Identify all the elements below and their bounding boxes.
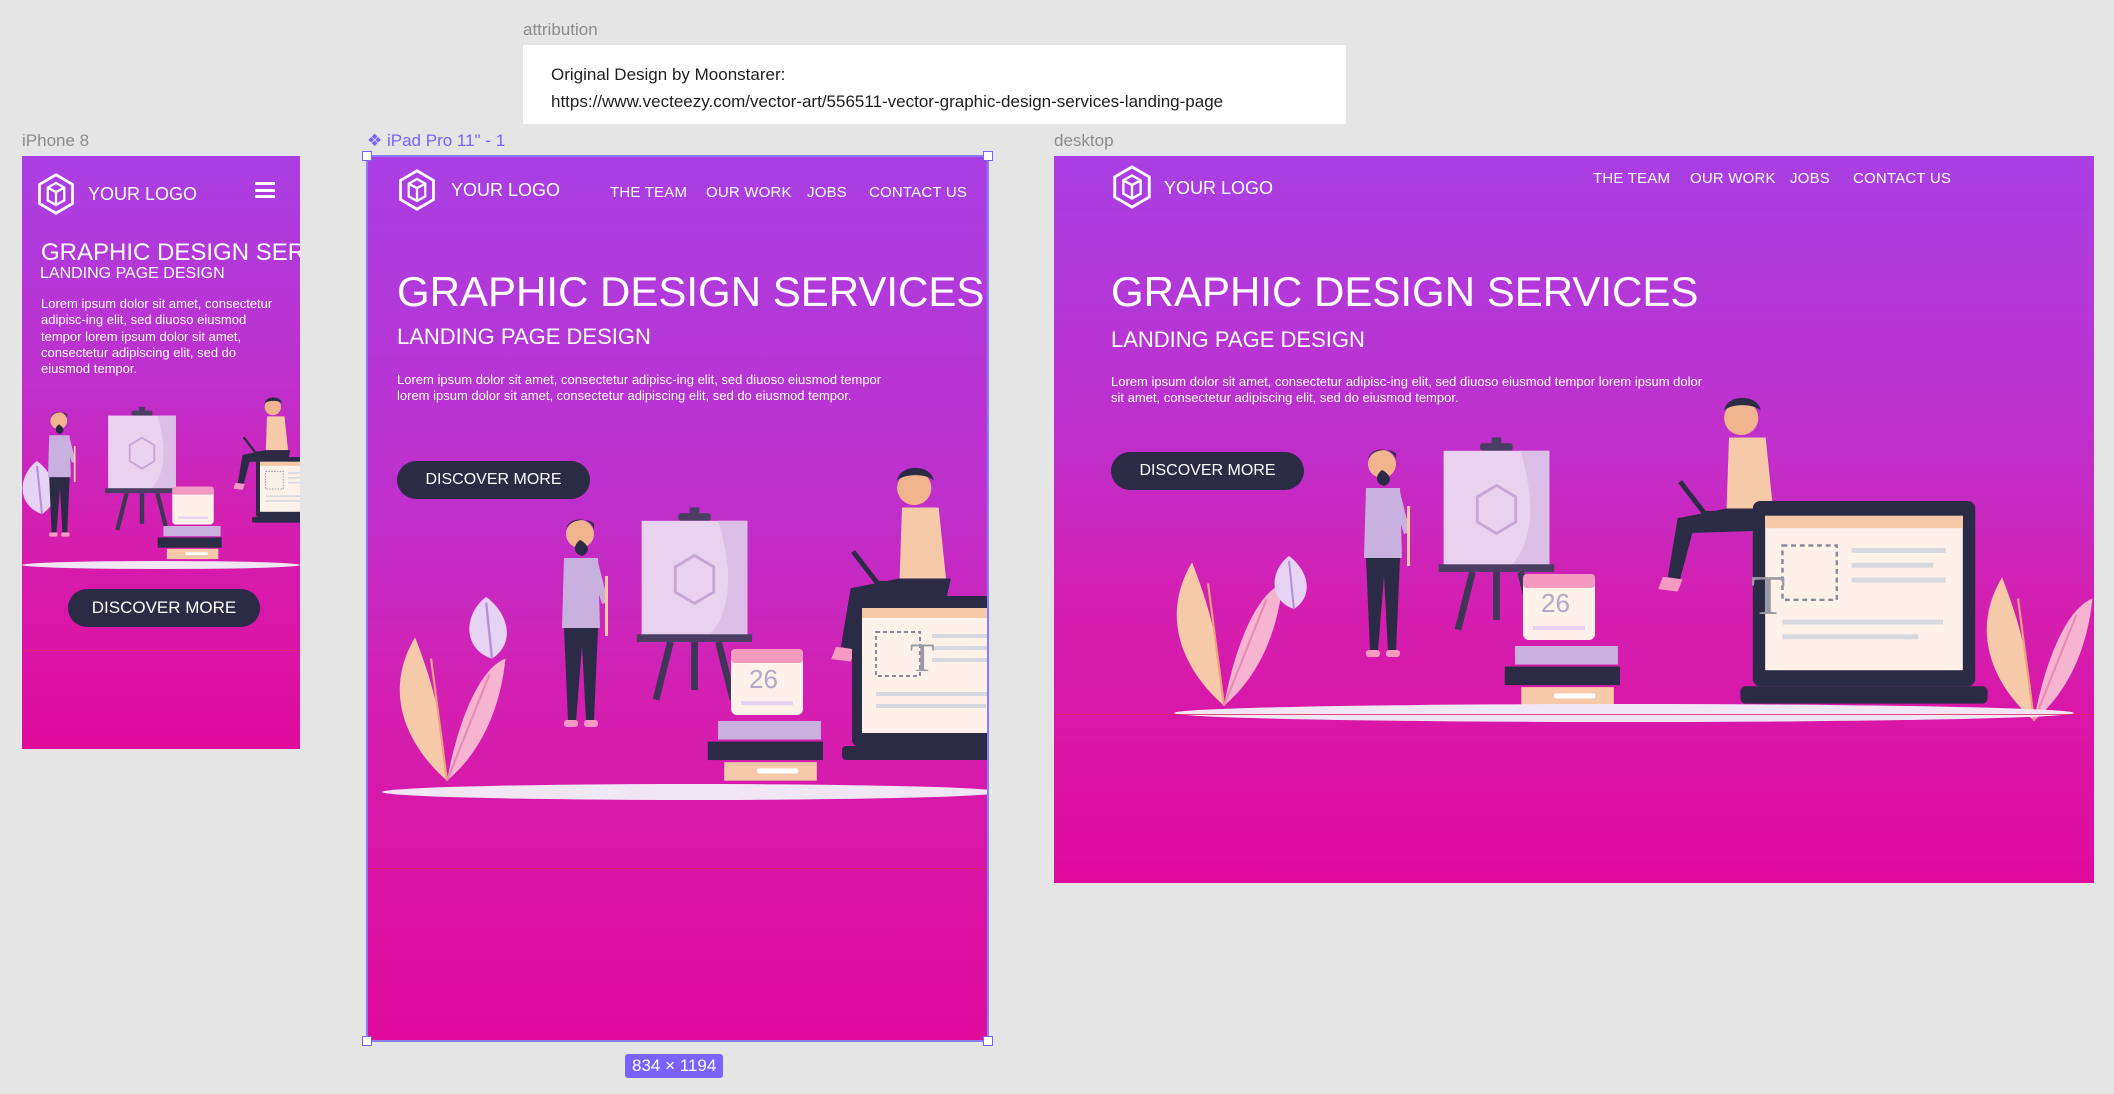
size-badge: 834 × 1194: [625, 1054, 724, 1078]
painter-figure: [1344, 446, 1414, 666]
doc-letter: T: [1751, 565, 1786, 627]
hero-subtitle: LANDING PAGE DESIGN: [397, 324, 651, 349]
hero-body: Lorem ipsum dolor sit amet, consectetur …: [41, 296, 273, 376]
desktop-frame[interactable]: YOUR LOGO THE TEAM OUR WORK JOBS CONTACT…: [1054, 156, 2094, 883]
frame-label-iphone[interactable]: iPhone 8: [22, 131, 89, 151]
resize-handle-bl[interactable]: [362, 1036, 372, 1046]
component-icon: ❖: [367, 131, 383, 150]
nav-link-jobs[interactable]: JOBS: [807, 184, 847, 201]
logo-text: YOUR LOGO: [451, 180, 561, 200]
leaf-icon: [1264, 546, 1324, 616]
logo-icon: [1109, 164, 1155, 210]
logo-icon: [395, 168, 439, 212]
nav-link-contact[interactable]: CONTACT US: [869, 184, 967, 201]
logo-text: YOUR LOGO: [88, 184, 198, 204]
frame-label-ipad[interactable]: ❖ iPad Pro 11" - 1: [367, 131, 505, 151]
monitor-icon: [252, 446, 300, 536]
calendar-day: 26: [749, 664, 778, 694]
calendar-day: 26: [1541, 588, 1570, 618]
books-icon: [707, 721, 832, 793]
attribution-note[interactable]: Original Design by Moonstarer: https://w…: [523, 45, 1346, 124]
hero-illustration: T 26: [367, 466, 988, 826]
resize-handle-tl[interactable]: [362, 151, 372, 161]
frame-label-ipad-text: iPad Pro 11" - 1: [386, 131, 506, 150]
hero-subtitle: LANDING PAGE DESIGN: [40, 265, 225, 282]
painter-figure: [542, 516, 612, 736]
hamburger-icon[interactable]: [255, 182, 275, 198]
nav-link-work[interactable]: OUR WORK: [1690, 170, 1776, 187]
calendar-icon: [167, 482, 219, 528]
attribution-line-1: Original Design by Moonstarer:: [551, 65, 786, 84]
doc-letter: T: [910, 635, 935, 680]
resize-handle-tr[interactable]: [983, 151, 993, 161]
books-icon: [152, 526, 232, 566]
discover-more-button[interactable]: DISCOVER MORE: [68, 589, 260, 627]
leaf-icon: [457, 586, 527, 666]
nav-link-team[interactable]: THE TEAM: [1593, 170, 1670, 187]
nav-link-team[interactable]: THE TEAM: [610, 184, 687, 201]
nav-link-work[interactable]: OUR WORK: [706, 184, 792, 201]
hero-illustration: T 26: [1134, 356, 2094, 736]
iphone-frame[interactable]: YOUR LOGO GRAPHIC DESIGN SERVICES LANDIN…: [22, 156, 300, 749]
frame-label-desktop[interactable]: desktop: [1054, 131, 1114, 151]
hero-subtitle: LANDING PAGE DESIGN: [1111, 327, 1365, 352]
hero-title: GRAPHIC DESIGN SERVICES: [1111, 268, 1699, 315]
ipad-frame[interactable]: YOUR LOGO THE TEAM OUR WORK JOBS CONTACT…: [367, 156, 988, 1041]
painter-figure: [36, 406, 78, 546]
attribution-label: attribution: [523, 20, 598, 39]
monitor-icon: [842, 596, 988, 766]
hero-title: GRAPHIC DESIGN SERVICES: [397, 268, 985, 315]
nav-link-contact[interactable]: CONTACT US: [1853, 170, 1951, 187]
resize-handle-br[interactable]: [983, 1036, 993, 1046]
hero-illustration: [22, 386, 300, 726]
logo-icon: [34, 172, 78, 216]
logo-text: YOUR LOGO: [1164, 178, 1274, 198]
nav-link-jobs[interactable]: JOBS: [1790, 170, 1830, 187]
hero-body: Lorem ipsum dolor sit amet, consectetur …: [397, 372, 882, 404]
hero-title: GRAPHIC DESIGN SERVICES: [41, 239, 300, 266]
attribution-line-2: https://www.vecteezy.com/vector-art/5565…: [551, 92, 1224, 111]
